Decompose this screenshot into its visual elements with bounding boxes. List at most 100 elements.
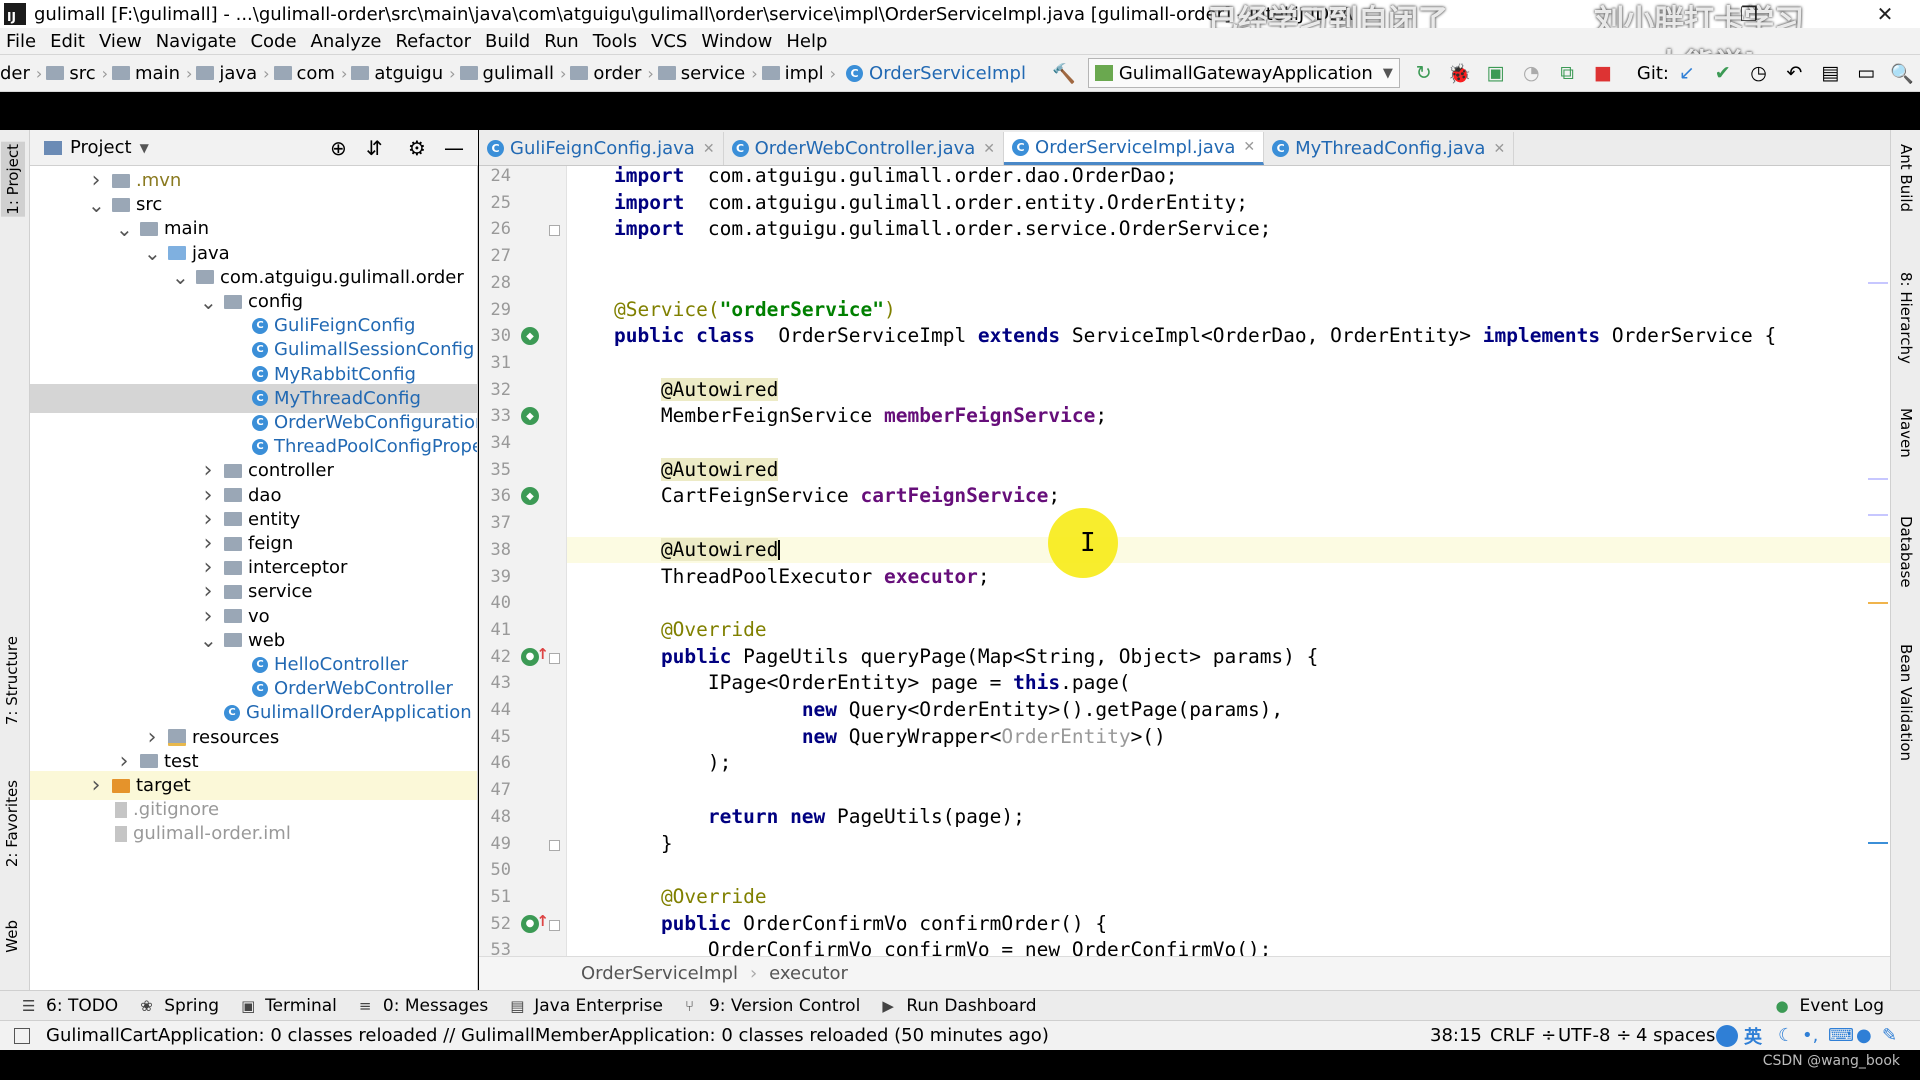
breadcrumb-item[interactable]: com ›: [270, 63, 347, 84]
caret-position[interactable]: 38:15: [1430, 1025, 1482, 1046]
attach-icon[interactable]: ⧉: [1555, 61, 1579, 85]
tab-favorites-toolwindow[interactable]: 2: Favorites: [3, 780, 21, 867]
close-tab-icon[interactable]: ✕: [983, 141, 995, 157]
code-line[interactable]: public class OrderServiceImpl extends Se…: [567, 323, 1890, 350]
event-log-button[interactable]: ● Event Log: [1776, 996, 1884, 1016]
build-hammer-icon[interactable]: 🔨: [1052, 61, 1076, 85]
code-line[interactable]: [567, 243, 1890, 270]
project-structure-icon[interactable]: ▤: [1818, 61, 1842, 85]
tab-structure-toolwindow[interactable]: 7: Structure: [3, 636, 21, 725]
code-line[interactable]: import com.atguigu.gulimall.order.servic…: [567, 216, 1890, 243]
override-method-icon[interactable]: ●: [521, 645, 549, 666]
ime-logo-icon[interactable]: [1716, 1024, 1738, 1047]
code-line[interactable]: import com.atguigu.gulimall.order.entity…: [567, 190, 1890, 217]
breadcrumb-member[interactable]: executor: [769, 963, 848, 984]
tool-window-button[interactable]: ▣ Terminal: [241, 996, 337, 1016]
coverage-icon[interactable]: ▣: [1484, 61, 1508, 85]
git-update-icon[interactable]: ↙: [1675, 61, 1699, 85]
fold-marker-icon[interactable]: [549, 919, 560, 931]
tab-maven[interactable]: Maven: [1897, 408, 1915, 458]
editor-tab[interactable]: C OrderServiceImpl.java ✕: [1004, 132, 1265, 165]
code-line[interactable]: [567, 350, 1890, 377]
keyboard-icon[interactable]: ⌨: [1828, 1025, 1854, 1046]
code-line[interactable]: @Autowired: [567, 536, 1890, 564]
project-panel-title[interactable]: Project: [70, 137, 132, 158]
chevron-down-icon[interactable]: ⌄: [116, 219, 133, 239]
git-history-icon[interactable]: ◷: [1747, 61, 1771, 85]
code-line[interactable]: [567, 430, 1890, 457]
code-line[interactable]: public OrderConfirmVo confirmOrder() {: [567, 911, 1890, 938]
chevron-down-icon[interactable]: ⌄: [88, 195, 105, 215]
breadcrumb-item[interactable]: src ›: [42, 63, 108, 84]
wrench-icon[interactable]: ✎: [1882, 1025, 1897, 1046]
editor-tab[interactable]: C OrderWebController.java ✕: [724, 132, 1005, 165]
code-line[interactable]: import com.atguigu.gulimall.order.dao.Or…: [567, 166, 1890, 190]
code-line[interactable]: @Override: [567, 884, 1890, 911]
line-separator[interactable]: CRLF ÷: [1490, 1025, 1556, 1046]
presentation-icon[interactable]: ▭: [1854, 61, 1878, 85]
tab-project-toolwindow[interactable]: 1: Project: [1, 142, 25, 217]
menu-file[interactable]: File: [0, 31, 43, 52]
spring-bean-icon[interactable]: ◆: [521, 327, 539, 346]
run-configuration-select[interactable]: GulimallGatewayApplication ▼: [1087, 58, 1400, 88]
tree-node[interactable]: gulimall-order.iml: [30, 819, 477, 848]
spring-bean-icon[interactable]: ◆: [521, 407, 539, 426]
hide-panel-icon[interactable]: —: [444, 136, 464, 160]
tool-window-button[interactable]: ▤ Java Enterprise: [510, 996, 663, 1016]
code-line[interactable]: IPage<OrderEntity> page = this.page(: [567, 670, 1890, 697]
ime-language[interactable]: 英: [1744, 1023, 1762, 1049]
code-line[interactable]: new QueryWrapper<OrderEntity>(): [567, 724, 1890, 751]
code-line[interactable]: [567, 857, 1890, 884]
fold-marker-icon[interactable]: [549, 652, 560, 664]
tab-web-toolwindow[interactable]: Web: [3, 920, 21, 953]
breadcrumb-class[interactable]: OrderServiceImpl: [581, 963, 738, 984]
code-line[interactable]: OrderConfirmVo confirmVo = new OrderConf…: [567, 937, 1890, 956]
menu-view[interactable]: View: [92, 31, 149, 52]
close-tab-icon[interactable]: ✕: [1493, 141, 1505, 157]
menu-refactor[interactable]: Refactor: [388, 31, 478, 52]
code-line[interactable]: }: [567, 831, 1890, 858]
breadcrumb-item[interactable]: order ›: [566, 63, 654, 84]
code-line[interactable]: @Autowired: [567, 377, 1890, 404]
menu-navigate[interactable]: Navigate: [149, 31, 244, 52]
tool-window-button[interactable]: ❀ Spring: [140, 996, 219, 1016]
chevron-down-icon[interactable]: ⌄: [200, 630, 217, 650]
breadcrumb-item[interactable]: atguigu ›: [347, 63, 456, 84]
chevron-down-icon[interactable]: ⌄: [144, 243, 161, 263]
code-line[interactable]: );: [567, 750, 1890, 777]
code-line[interactable]: MemberFeignService memberFeignService;: [567, 403, 1890, 430]
override-method-icon[interactable]: ●: [521, 912, 549, 933]
tab-database[interactable]: Database: [1897, 516, 1915, 588]
indent-setting[interactable]: 4 spaces: [1636, 1025, 1715, 1046]
rerun-icon[interactable]: ↻: [1412, 61, 1436, 85]
collapse-all-icon[interactable]: ⇵: [366, 136, 383, 160]
code-line[interactable]: [567, 270, 1890, 297]
code-line[interactable]: @Service("orderService"): [567, 297, 1890, 324]
profile-icon[interactable]: ◔: [1519, 61, 1543, 85]
breadcrumb-item[interactable]: java ›: [192, 63, 270, 84]
menu-tools[interactable]: Tools: [586, 31, 644, 52]
code-line[interactable]: CartFeignService cartFeignService;: [567, 483, 1890, 510]
close-tab-icon[interactable]: ✕: [1243, 139, 1255, 155]
fold-marker-icon[interactable]: [549, 225, 560, 237]
file-encoding[interactable]: UTF-8 ÷: [1558, 1025, 1631, 1046]
moon-icon[interactable]: ☾: [1778, 1025, 1794, 1046]
chevron-down-icon[interactable]: ⌄: [172, 267, 189, 287]
chevron-down-icon[interactable]: ▼: [140, 141, 149, 155]
git-commit-icon[interactable]: ✔: [1711, 61, 1735, 85]
editor-tab[interactable]: C MyThreadConfig.java ✕: [1264, 132, 1515, 165]
locate-file-icon[interactable]: ⊕: [330, 136, 347, 160]
menu-run[interactable]: Run: [537, 31, 586, 52]
code-line[interactable]: @Autowired: [567, 457, 1890, 484]
code-line[interactable]: [567, 590, 1890, 617]
tab-bean-validation[interactable]: Bean Validation: [1897, 644, 1915, 761]
punctuation-icon[interactable]: •,: [1802, 1025, 1818, 1046]
code-editor[interactable]: import com.atguigu.gulimall.order.dao.Or…: [567, 166, 1890, 956]
chevron-down-icon[interactable]: ⌄: [200, 292, 217, 312]
close-tab-icon[interactable]: ✕: [703, 141, 715, 157]
gear-icon[interactable]: ⚙: [408, 136, 426, 160]
tool-window-button[interactable]: ⑂ 9: Version Control: [685, 996, 860, 1016]
menu-window[interactable]: Window: [694, 31, 779, 52]
breadcrumb-item[interactable]: main ›: [108, 63, 192, 84]
close-window-icon[interactable]: ✕: [1862, 0, 1908, 28]
